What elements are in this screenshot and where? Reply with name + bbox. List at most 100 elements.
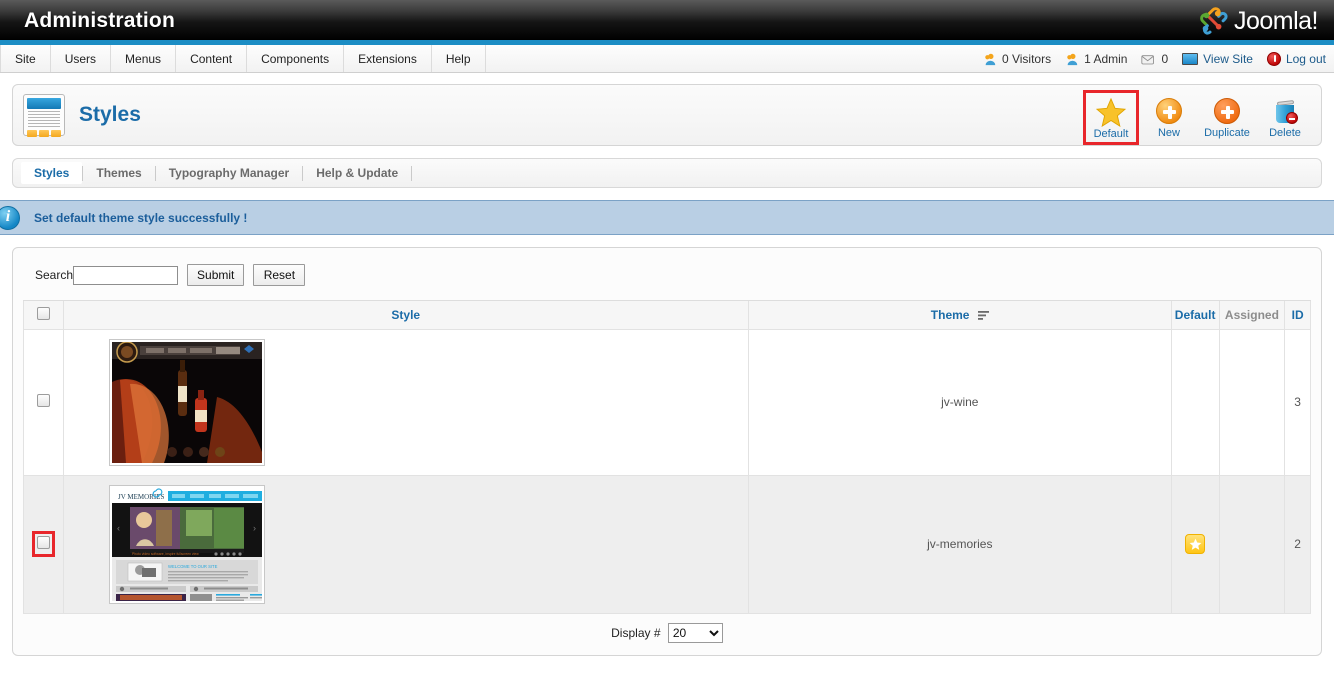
tab-styles[interactable]: Styles — [21, 162, 83, 184]
star-icon — [1189, 538, 1202, 550]
mail-icon — [1141, 54, 1155, 64]
table-header-row: Style Theme Default Assigned ID — [23, 301, 1311, 330]
default-star-badge[interactable] — [1185, 534, 1206, 554]
tab-help-and-update[interactable]: Help & Update — [303, 162, 411, 184]
joomla-logo: Joomla! — [1198, 6, 1319, 36]
row-default-cell[interactable] — [1170, 328, 1220, 476]
page-title: Styles — [79, 103, 141, 126]
info-icon — [0, 205, 20, 230]
menu-item-components[interactable]: Components — [247, 45, 345, 72]
row-checkbox-wrap[interactable] — [34, 391, 53, 413]
jv-wine-thumbnail-image — [111, 341, 262, 463]
page-content: Search Submit Reset Style Theme Default … — [0, 247, 1334, 656]
row-theme-cell: jv-wine — [747, 328, 1172, 476]
visitors-status: 0 Visitors — [983, 52, 1051, 66]
menu-item-extensions[interactable]: Extensions — [344, 45, 432, 72]
svg-text:‹: ‹ — [117, 523, 120, 533]
star-icon — [1088, 97, 1134, 127]
duplicate-button[interactable]: Duplicate — [1199, 90, 1255, 143]
page-header-panel: Styles Default New Duplicate Delete — [12, 84, 1322, 146]
search-label: Search — [35, 268, 74, 282]
styles-table-body: jv-wine 3 JV MEMORIES Photo video softwa… — [23, 328, 1311, 614]
row-checkbox-cell — [23, 474, 64, 614]
view-site-label: View Site — [1203, 51, 1253, 66]
messages-status[interactable]: 0 — [1141, 52, 1168, 66]
menu-item-content[interactable]: Content — [176, 45, 248, 72]
delete-button-label: Delete — [1269, 127, 1301, 139]
submit-button[interactable]: Submit — [187, 264, 245, 286]
admins-label: 1 Admin — [1084, 51, 1128, 66]
row-style-cell — [62, 328, 749, 476]
sort-descending-icon — [977, 311, 989, 320]
action-toolbar: Default New Duplicate Delete — [1083, 90, 1313, 145]
duplicate-button-label: Duplicate — [1204, 127, 1250, 139]
display-count-select[interactable]: 20 — [667, 622, 723, 643]
select-all-checkbox-wrap[interactable] — [34, 304, 53, 326]
sub-tab-bar: Styles Themes Typography Manager Help & … — [12, 158, 1322, 188]
table-row: jv-wine 3 — [23, 328, 1311, 476]
system-message-text: Set default theme style successfully ! — [34, 210, 248, 225]
messages-count: 0 — [1161, 51, 1169, 66]
filter-bar: Search Submit Reset — [23, 258, 1311, 301]
styles-page-icon — [23, 94, 65, 137]
joomla-mark-icon — [1200, 7, 1228, 35]
admin-topbar: Administration Joomla! — [0, 0, 1334, 45]
row-checkbox[interactable] — [36, 536, 50, 549]
select-all-checkbox[interactable] — [36, 306, 50, 320]
svg-text:WELCOME TO OUR SITE: WELCOME TO OUR SITE — [168, 564, 218, 569]
row-id-cell: 2 — [1284, 474, 1311, 614]
delete-button[interactable]: Delete — [1257, 90, 1313, 143]
user-icon — [1067, 53, 1078, 65]
column-header-theme[interactable]: Theme — [747, 301, 1172, 330]
page-icon-text-lines — [27, 111, 61, 127]
menu-item-site[interactable]: Site — [0, 45, 51, 72]
user-icon — [985, 53, 996, 65]
new-button[interactable]: New — [1141, 90, 1197, 143]
view-site-link[interactable]: View Site — [1182, 52, 1253, 66]
svg-text:›: › — [253, 523, 256, 533]
system-message-bar: Set default theme style successfully ! — [0, 200, 1334, 235]
styles-table-head: Style Theme Default Assigned ID — [23, 301, 1311, 330]
row-style-cell: JV MEMORIES Photo video software, inspir… — [62, 474, 749, 614]
screen-icon — [1182, 52, 1199, 65]
plus-circle-icon — [1203, 96, 1251, 126]
tab-themes[interactable]: Themes — [83, 162, 154, 184]
main-menu-bar: Site Users Menus Content Components Exte… — [0, 45, 1334, 73]
row-checkbox-cell — [23, 328, 64, 476]
column-header-default[interactable]: Default — [1170, 301, 1220, 330]
column-header-assigned: Assigned — [1218, 301, 1286, 330]
logout-icon — [1266, 51, 1281, 66]
default-button[interactable]: Default — [1083, 90, 1139, 145]
main-menu-items: Site Users Menus Content Components Exte… — [0, 45, 486, 72]
table-row: JV MEMORIES Photo video software, inspir… — [23, 474, 1311, 614]
reset-button[interactable]: Reset — [253, 264, 306, 286]
menu-item-users[interactable]: Users — [51, 45, 112, 72]
styles-table: Style Theme Default Assigned ID jv-wine … — [23, 301, 1311, 614]
jv-memories-thumbnail-image: JV MEMORIES Photo video software, inspir… — [111, 487, 262, 601]
menu-item-help[interactable]: Help — [432, 45, 486, 72]
admins-status: 1 Admin — [1065, 52, 1127, 66]
row-theme-cell: jv-memories — [747, 474, 1172, 614]
default-button-label: Default — [1093, 128, 1129, 140]
tab-typography-manager[interactable]: Typography Manager — [156, 162, 302, 184]
row-assigned-cell — [1218, 474, 1286, 614]
jv-memories-template-preview[interactable]: JV MEMORIES Photo video software, inspir… — [108, 484, 265, 604]
row-checkbox-wrap[interactable] — [31, 531, 55, 557]
page-icon-modules — [27, 130, 61, 137]
column-header-id[interactable]: ID — [1284, 301, 1311, 330]
menu-item-menus[interactable]: Menus — [111, 45, 177, 72]
svg-text:Photo video software, inspire: Photo video software, inspire fullscreen… — [132, 552, 199, 556]
display-count-label: Display # — [611, 625, 661, 640]
row-checkbox[interactable] — [36, 394, 50, 407]
row-assigned-cell — [1218, 328, 1286, 476]
column-header-checkbox — [23, 301, 64, 330]
logout-link[interactable]: Log out — [1266, 51, 1326, 66]
column-header-style[interactable]: Style — [62, 301, 749, 330]
search-input[interactable] — [73, 265, 179, 285]
plus-circle-icon — [1145, 96, 1193, 126]
page-icon-header-bar — [27, 98, 61, 109]
jv-wine-template-preview[interactable] — [108, 338, 265, 466]
pagination-footer: Display # 20 — [23, 614, 1311, 647]
styles-panel: Search Submit Reset Style Theme Default … — [12, 247, 1322, 656]
row-default-cell[interactable] — [1170, 474, 1220, 614]
